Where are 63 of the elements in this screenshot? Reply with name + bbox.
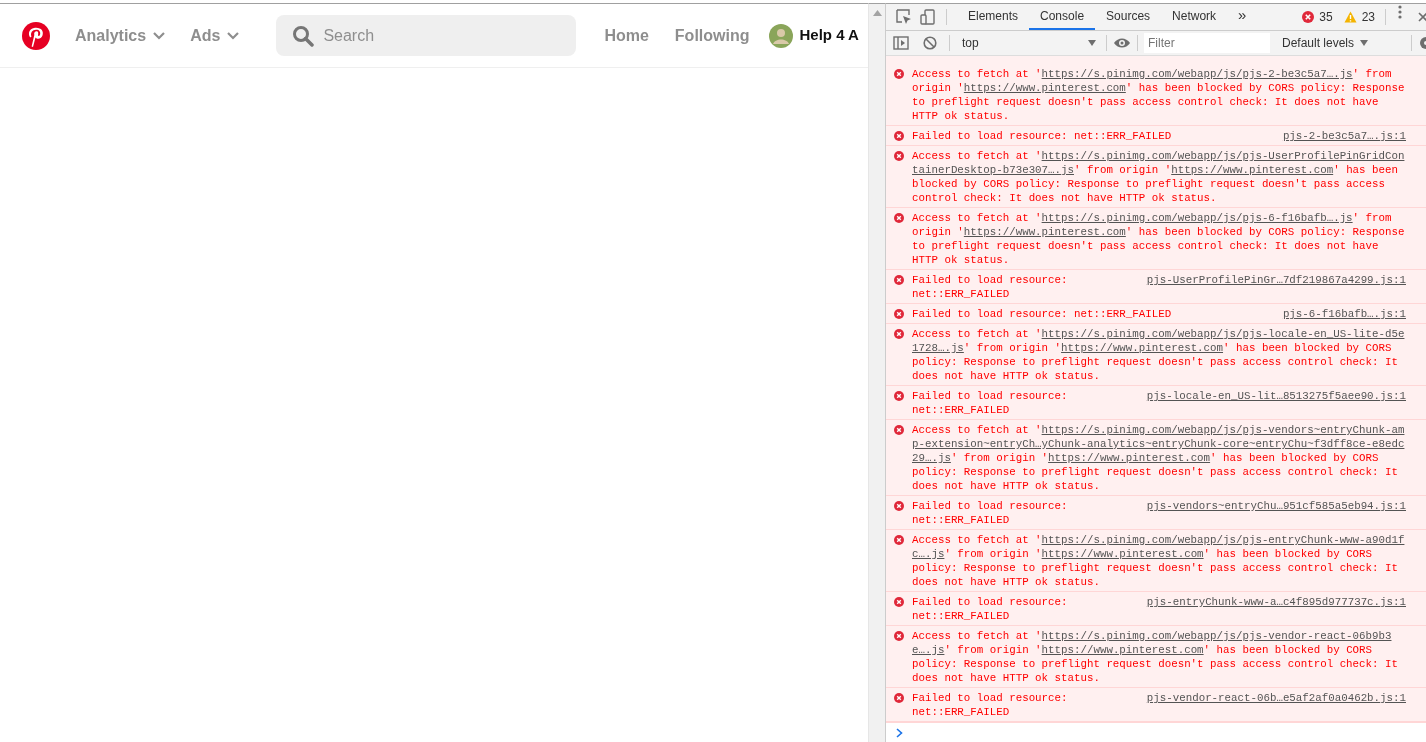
source-link[interactable]: pjs-entryChunk-www-a…c4f895d977737c.js:1	[1146, 595, 1406, 623]
console-message: Failed to load resource: net::ERR_FAILED	[912, 499, 1069, 527]
sidebar-toggle-icon[interactable]	[893, 35, 909, 51]
error-icon	[894, 425, 904, 435]
console-message: Failed to load resource: net::ERR_FAILED	[912, 389, 1069, 417]
chevron-down-icon	[226, 30, 241, 41]
eye-icon[interactable]	[1113, 37, 1131, 49]
error-icon	[894, 131, 904, 141]
error-icon	[894, 693, 904, 703]
warning-count: 23	[1361, 9, 1375, 26]
logo-icon[interactable]	[21, 20, 51, 51]
error-icon	[894, 213, 904, 223]
error-icon	[894, 631, 904, 641]
console-message: Failed to load resource: net::ERR_FAILED	[912, 273, 1069, 301]
error-icon	[894, 329, 904, 339]
settings-icon[interactable]	[1418, 35, 1426, 51]
close-icon[interactable]	[1418, 11, 1426, 23]
console-message: Access to fetch at 'https://s.pinimg.com/webapp/js/pjs-UserProfilePinGridContainerDesktop-b73e307….js' from origin 'https://www.pinterest.com' has been blocked by CORS policy: Response to preflight request doesn't pass access control check: It does not have HTTP ok status.	[912, 149, 1406, 205]
source-link[interactable]: pjs-6-f16bafb….js:1	[1282, 307, 1406, 321]
chevron-down-icon	[152, 30, 167, 41]
warning-icon	[1343, 11, 1357, 23]
caret-icon	[1360, 40, 1369, 46]
devtools-tab[interactable]: Sources	[1095, 4, 1162, 30]
filter-field[interactable]: Filter	[1144, 33, 1270, 53]
source-link[interactable]: pjs-UserProfilePinGr…7df219867a4299.js:1	[1146, 273, 1406, 301]
avatar	[769, 23, 794, 48]
console-message: Access to fetch at 'https://s.pinimg.com/webapp/js/pjs-locale-en_US-lite-d5e1728….js' from origin 'https://www.pinterest.com' has been blocked by CORS policy: Response to preflight request doesn't pass access control check: It does not have HTTP ok status.	[912, 327, 1406, 383]
error-icon	[894, 309, 904, 319]
error-icon	[1302, 11, 1315, 23]
console-message: Access to fetch at 'https://s.pinimg.com/webapp/js/pjs-2-be3c5a7….js' from origin 'https://www.pinterest.com' has been blocked by CORS policy: Response to preflight request doesn't pass access control check: It does not have HTTP ok status.	[912, 67, 1406, 123]
console-message: Access to fetch at 'https://s.pinimg.com/webapp/js/pjs-vendors~entryChunk-amp-extension~entryCh…yChunk-analytics~entryChunk-core~entryChu~f3dff8ce-e8edc29….js' from origin 'https://www.pinterest.com' has been blocked by CORS policy: Response to preflight request doesn't pass access control check: It does not have HTTP ok status.	[912, 423, 1406, 493]
caret-icon	[1088, 40, 1096, 46]
device-icon[interactable]	[920, 9, 936, 25]
clear-icon[interactable]	[923, 36, 937, 50]
devtools-tab[interactable]: Network	[1161, 4, 1228, 30]
console-message: Access to fetch at 'https://s.pinimg.com/webapp/js/pjs-6-f16bafb….js' from origin 'https://www.pinterest.com' has been blocked by CORS policy: Response to preflight request doesn't pass access control check: It does not have HTTP ok status.	[912, 211, 1406, 267]
source-link[interactable]: pjs-vendor-react-06b…e5af2af0a0462b.js:1	[1146, 691, 1406, 719]
context-select[interactable]: top	[958, 34, 1100, 52]
error-icon	[894, 535, 904, 545]
error-icon	[894, 275, 904, 285]
scroll-up-icon	[872, 10, 882, 16]
devtools-tab[interactable]: Elements	[957, 4, 1030, 30]
profile-name[interactable]: Help 4 A	[799, 24, 859, 47]
source-link[interactable]: pjs-locale-en_US-lit…8513275f5aee90.js:1	[1146, 389, 1406, 417]
more-tabs-button[interactable]: »	[1227, 4, 1258, 30]
inspect-icon[interactable]	[896, 9, 912, 25]
error-icon	[894, 501, 904, 511]
source-link[interactable]: pjs-2-be3c5a7….js:1	[1282, 129, 1406, 143]
error-icon	[894, 151, 904, 161]
levels-dropdown[interactable]: Default levels	[1278, 34, 1373, 52]
error-count: 35	[1319, 9, 1333, 26]
console-message: Failed to load resource: net::ERR_FAILED	[912, 129, 1173, 143]
search-field[interactable]: Search	[276, 15, 577, 56]
source-link[interactable]: pjs-vendors~entryChu…951cf585a5eb94.js:1	[1146, 499, 1406, 527]
error-icon	[894, 69, 904, 79]
error-icon	[894, 597, 904, 607]
console-message: Access to fetch at 'https://s.pinimg.com/webapp/js/pjs-entryChunk-www-a90d1fc….js' from origin 'https://www.pinterest.com' has been blocked by CORS policy: Response to preflight request doesn't pass access control check: It does not have HTTP ok status.	[912, 533, 1406, 589]
prompt-icon	[896, 728, 903, 739]
console-message: Failed to load resource: net::ERR_FAILED	[912, 595, 1069, 623]
console-message: Failed to load resource: net::ERR_FAILED	[912, 307, 1173, 321]
error-icon	[894, 391, 904, 401]
console-message: Access to fetch at 'https://s.pinimg.com/webapp/js/pjs-vendor-react-06b9b3e….js' from origin 'https://www.pinterest.com' has been blocked by CORS policy: Response to preflight request doesn't pass access control check: It does not have HTTP ok status.	[912, 629, 1399, 685]
console-message: Failed to load resource: net::ERR_FAILED	[912, 691, 1069, 719]
